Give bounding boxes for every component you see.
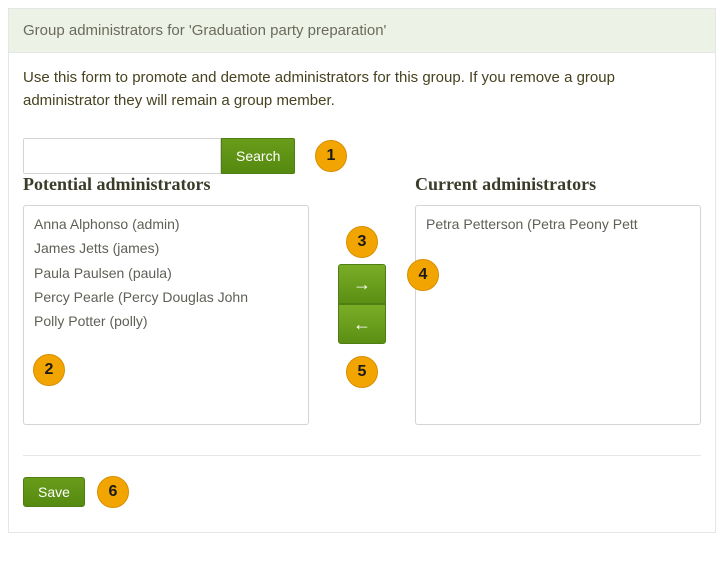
transfer-controls: 3 → ← 5 bbox=[309, 174, 415, 388]
group-admin-panel: Group administrators for 'Graduation par… bbox=[8, 8, 716, 533]
panel-body: Use this form to promote and demote admi… bbox=[9, 53, 715, 532]
current-heading: Current administrators bbox=[415, 174, 701, 195]
callout-2: 2 bbox=[33, 354, 65, 386]
callout-6: 6 bbox=[97, 476, 129, 508]
save-button[interactable]: Save bbox=[23, 477, 85, 507]
arrow-right-icon: → bbox=[353, 274, 371, 295]
arrow-left-icon: ← bbox=[353, 314, 371, 335]
callout-3: 3 bbox=[346, 226, 378, 258]
potential-heading: Potential administrators bbox=[23, 174, 309, 195]
search-input[interactable] bbox=[23, 138, 221, 174]
callout-1: 1 bbox=[315, 140, 347, 172]
potential-column: Potential administrators Anna Alphonso (… bbox=[23, 174, 309, 425]
callout-4: 4 bbox=[407, 259, 439, 291]
list-item[interactable]: Petra Petterson (Petra Peony Pett bbox=[416, 212, 700, 236]
move-left-button[interactable]: ← bbox=[338, 304, 386, 344]
list-item[interactable]: Percy Pearle (Percy Douglas John bbox=[24, 285, 308, 309]
list-item[interactable]: Polly Potter (polly) bbox=[24, 309, 308, 333]
list-item[interactable]: James Jetts (james) bbox=[24, 236, 308, 260]
move-right-button[interactable]: → bbox=[338, 264, 386, 304]
potential-listbox[interactable]: Anna Alphonso (admin)James Jetts (james)… bbox=[23, 205, 309, 425]
search-button[interactable]: Search bbox=[221, 138, 295, 174]
current-column: Current administrators Petra Petterson (… bbox=[415, 174, 701, 425]
list-item[interactable]: Anna Alphonso (admin) bbox=[24, 212, 308, 236]
list-item[interactable]: Paula Paulsen (paula) bbox=[24, 261, 308, 285]
current-listbox[interactable]: Petra Petterson (Petra Peony Pett bbox=[415, 205, 701, 425]
form-description: Use this form to promote and demote admi… bbox=[23, 67, 701, 112]
panel-title: Group administrators for 'Graduation par… bbox=[9, 9, 715, 53]
callout-5: 5 bbox=[346, 356, 378, 388]
divider bbox=[23, 455, 701, 456]
